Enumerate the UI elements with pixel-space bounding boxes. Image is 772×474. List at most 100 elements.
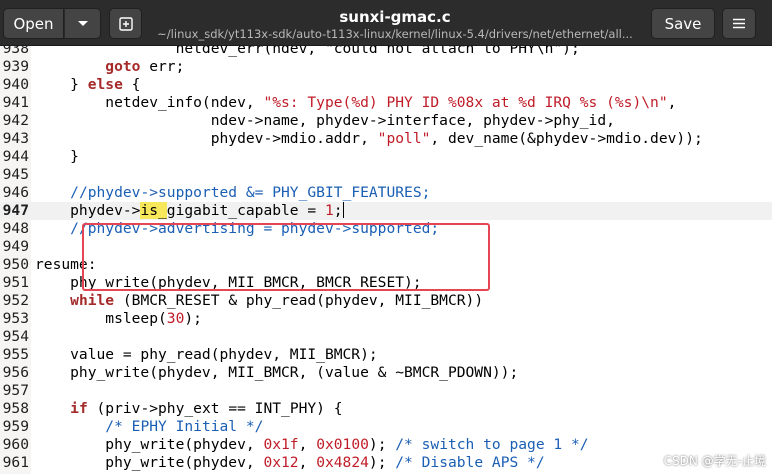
code-token: phydev->mdio.addr, xyxy=(35,130,378,147)
code-line[interactable]: 945 xyxy=(0,166,772,184)
code-line[interactable]: 952 while (BMCR_RESET & phy_read(phydev,… xyxy=(0,292,772,310)
code-line[interactable]: 961 phy_write(phydev, 0x12, 0x4824); /* … xyxy=(0,454,772,472)
line-number: 946 xyxy=(2,184,29,201)
watermark: CSDN @学无-止境 xyxy=(663,454,766,468)
code-token: value = phy_read(phydev, MII_BMCR); xyxy=(35,346,378,363)
save-button[interactable]: Save xyxy=(651,8,715,39)
text-cursor xyxy=(342,202,344,218)
code-token: //phydev->supported &= PHY_GBIT_FEATURES… xyxy=(70,184,431,201)
line-number: 959 xyxy=(2,418,29,435)
code-token: 0x0100 xyxy=(316,436,369,453)
code-editor[interactable]: 938 netdev_err(ndev, "could not attach t… xyxy=(0,46,772,474)
code-line[interactable]: 942 ndev->name, phydev->interface, phyde… xyxy=(0,112,772,130)
line-number: 956 xyxy=(2,364,29,381)
code-token: , xyxy=(298,454,317,471)
code-text: } else { xyxy=(35,76,140,94)
code-token: ); xyxy=(368,436,396,453)
code-token: ); xyxy=(368,454,396,471)
code-token: msleep( xyxy=(35,310,167,327)
code-text: phy_write(phydev, 0x12, 0x4824); /* Disa… xyxy=(35,454,545,472)
code-token: /* Disable APS */ xyxy=(395,454,545,471)
code-token: 1 xyxy=(324,202,334,219)
line-number: 950 xyxy=(2,256,29,273)
hamburger-icon xyxy=(733,18,745,29)
code-token: } xyxy=(35,76,88,93)
menu-button[interactable] xyxy=(722,8,756,39)
line-number: 943 xyxy=(2,130,29,147)
code-text: ndev->name, phydev->interface, phydev->p… xyxy=(35,112,615,130)
code-text: phy_write(phydev, MII_BMCR, (value & ~BM… xyxy=(35,364,518,382)
code-token: phydev-> xyxy=(35,202,141,219)
line-number: 948 xyxy=(2,220,29,237)
open-button[interactable]: Open xyxy=(3,8,64,39)
code-text: value = phy_read(phydev, MII_BMCR); xyxy=(35,346,378,364)
annotation-box xyxy=(82,223,490,291)
code-text: netdev_info(ndev, "%s: Type(%d) PHY ID %… xyxy=(35,94,676,112)
code-token: 0x1f xyxy=(263,436,299,453)
code-token: , dev_name(&phydev->mdio.dev)); xyxy=(430,130,703,147)
file-path: ~/linux_sdk/yt113x-sdk/auto-t113x-linux/… xyxy=(157,27,633,41)
code-line[interactable]: 958 if (priv->phy_ext == INT_PHY) { xyxy=(0,400,772,418)
line-number: 940 xyxy=(2,76,29,93)
code-line[interactable]: 955 value = phy_read(phydev, MII_BMCR); xyxy=(0,346,772,364)
code-line[interactable]: 946 //phydev->supported &= PHY_GBIT_FEAT… xyxy=(0,184,772,202)
new-document-icon xyxy=(118,16,133,31)
code-line[interactable]: 939 goto err; xyxy=(0,58,772,76)
code-text: /* EPHY Initial */ xyxy=(35,418,263,436)
line-number: 954 xyxy=(2,328,29,345)
open-button-label: Open xyxy=(13,14,54,33)
code-line[interactable]: 956 phy_write(phydev, MII_BMCR, (value &… xyxy=(0,364,772,382)
code-token: , xyxy=(298,436,317,453)
code-token: "poll" xyxy=(377,130,431,147)
line-number: 939 xyxy=(2,58,29,75)
code-token: phy_write(phydev, xyxy=(35,436,264,453)
line-number: 958 xyxy=(2,400,29,417)
code-line[interactable]: 960 phy_write(phydev, 0x1f, 0x0100); /* … xyxy=(0,436,772,454)
code-text: msleep(30); xyxy=(35,310,202,328)
code-token: } xyxy=(35,148,79,165)
line-number: 961 xyxy=(2,454,29,471)
code-token: gigabit_capable = xyxy=(166,202,325,219)
new-document-button[interactable] xyxy=(109,8,142,39)
code-token: /* switch to page 1 */ xyxy=(395,436,589,453)
code-line[interactable]: 938 netdev_err(ndev, "could not attach t… xyxy=(0,46,772,58)
line-number: 945 xyxy=(2,166,29,183)
code-text: phy_write(phydev, 0x1f, 0x0100); /* swit… xyxy=(35,436,589,454)
line-number: 952 xyxy=(2,292,29,309)
code-line[interactable]: 953 msleep(30); xyxy=(0,310,772,328)
code-text: phydev->mdio.addr, "poll", dev_name(&phy… xyxy=(35,130,703,148)
code-token: /* EPHY Initial */ xyxy=(105,418,264,435)
line-number: 944 xyxy=(2,148,29,165)
line-number: 955 xyxy=(2,346,29,363)
code-line[interactable]: 954 xyxy=(0,328,772,346)
code-line[interactable]: 957 xyxy=(0,382,772,400)
code-token: else xyxy=(87,76,123,93)
code-line[interactable]: 959 /* EPHY Initial */ xyxy=(0,418,772,436)
code-token: phy_write(phydev, MII_BMCR, (value & ~BM… xyxy=(35,364,519,381)
code-text: while (BMCR_RESET & phy_read(phydev, MII… xyxy=(35,292,483,310)
code-token: phy_write(phydev, xyxy=(35,454,264,471)
line-number: 949 xyxy=(2,238,29,255)
header-bar: Open sunxi-gmac.c ~/linux_sdk/yt113x-sdk… xyxy=(0,0,772,46)
line-number: 960 xyxy=(2,436,29,453)
code-token: 30 xyxy=(166,310,185,327)
open-dropdown-button[interactable] xyxy=(64,8,101,39)
code-token: if xyxy=(70,400,88,417)
code-line[interactable]: 944 } xyxy=(0,148,772,166)
code-token: "%s: Type(%d) PHY ID %08x at %d IRQ %s (… xyxy=(263,94,668,111)
code-line[interactable]: 940 } else { xyxy=(0,76,772,94)
line-number: 942 xyxy=(2,112,29,129)
code-token: while xyxy=(70,292,115,309)
code-line[interactable]: 943 phydev->mdio.addr, "poll", dev_name(… xyxy=(0,130,772,148)
line-number: 947 xyxy=(2,202,29,219)
code-token: { xyxy=(122,76,141,93)
code-token: netdev_err(ndev, "could not attach to PH… xyxy=(35,46,580,57)
code-token: , xyxy=(667,94,677,111)
line-number: 938 xyxy=(2,46,29,57)
code-line[interactable]: 947 phydev->is_gigabit_capable = 1; xyxy=(0,202,772,220)
code-line[interactable]: 941 netdev_info(ndev, "%s: Type(%d) PHY … xyxy=(0,94,772,112)
